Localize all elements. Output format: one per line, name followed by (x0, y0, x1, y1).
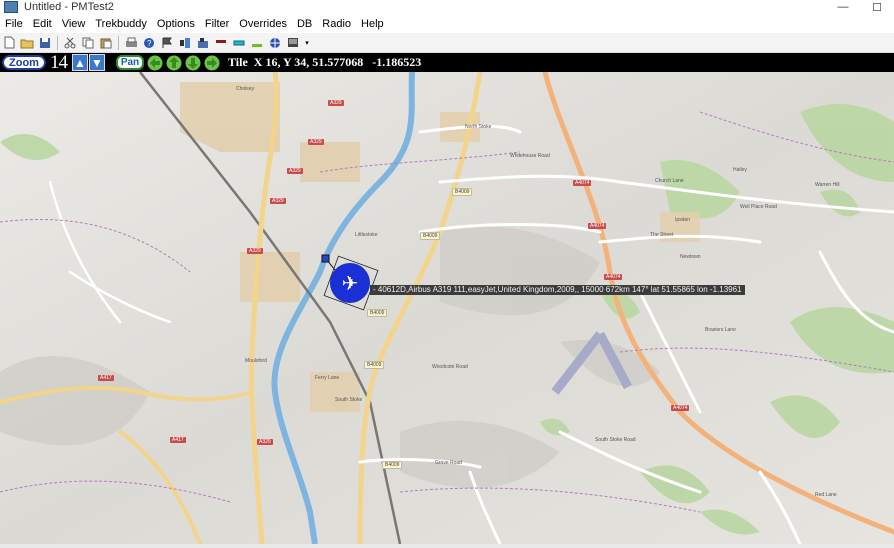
menu-trekbuddy[interactable]: Trekbuddy (90, 18, 152, 30)
save-icon[interactable] (38, 36, 52, 49)
green-bar-icon[interactable] (250, 36, 264, 49)
nav-bar: Zoom 14 ▲ ▼ Pan Tile X 16, Y 34, 51.5770… (0, 51, 894, 73)
place-label-south-stoke: South Stoke (335, 397, 363, 403)
road-badge: B4009 (367, 309, 388, 317)
horizontal-scrollbar[interactable] (0, 544, 894, 548)
road-label-red-lane: Red Lane (815, 492, 837, 498)
road-label-woodcote-road: Woodcote Road (432, 364, 468, 370)
road-label-whitehouse-road: Whitehouse Road (510, 153, 550, 159)
pan-left-icon[interactable] (146, 54, 163, 71)
road-label-well-place-road: Well Place Road (740, 204, 777, 210)
svg-text:?: ? (147, 39, 152, 48)
place-label-moulsford: Moulsford (245, 358, 267, 364)
zoom-out-icon[interactable]: ▼ (89, 54, 105, 71)
zoom-button[interactable]: Zoom (2, 55, 46, 70)
road-label-braziers-lane: Braziers Lane (705, 327, 736, 333)
pan-up-icon[interactable] (165, 54, 182, 71)
menu-radio[interactable]: Radio (317, 18, 356, 30)
road-badge: A417 (170, 437, 186, 443)
title-bar: Untitled - PMTest2 — ☐ (0, 0, 894, 14)
place-label-ipsden: Ipsden (675, 217, 691, 223)
toolbar-separator (57, 35, 58, 50)
window-controls: — ☐ (826, 0, 894, 14)
menu-overrides[interactable]: Overrides (234, 18, 292, 30)
road-label-grove-road: Grove Road (435, 460, 462, 466)
aircraft-tooltip: - 40612D,Airbus A319 111,easyJet,United … (370, 285, 745, 295)
airplane-icon: ✈ (341, 272, 359, 295)
menu-file[interactable]: File (0, 18, 28, 30)
maximize-button[interactable]: ☐ (860, 0, 894, 14)
screen-icon[interactable] (286, 36, 300, 49)
road-badge: A329 (308, 139, 324, 145)
map-canvas[interactable] (0, 72, 894, 544)
pan-button[interactable]: Pan (116, 55, 144, 70)
road-badge: A417 (98, 375, 114, 381)
help-icon[interactable]: ? (142, 36, 156, 49)
print-icon[interactable] (124, 36, 138, 49)
cut-icon[interactable] (63, 36, 77, 49)
pan-down-icon[interactable] (184, 54, 201, 71)
road-label-the-street: The Street (650, 232, 674, 238)
place-label-north-stoke: North Stoke (465, 124, 492, 130)
layer-icon[interactable] (196, 36, 210, 49)
road-badge: A4074 (604, 274, 623, 280)
place-label-newtown: Newtown (680, 254, 701, 260)
road-badge: A4074 (588, 223, 607, 229)
dropdown-arrow-icon[interactable]: ▾ (304, 36, 310, 49)
tile-coordinates: Tile X 16, Y 34, 51.577068 -1.186523 (228, 55, 422, 69)
road-badge: A329 (270, 198, 286, 204)
menu-options[interactable]: Options (152, 18, 200, 30)
road-badge: B4009 (452, 188, 473, 196)
place-label-hailey: Hailey (733, 167, 747, 173)
road-badge: B4009 (382, 461, 403, 469)
track-point (321, 254, 330, 263)
road-label-ferry-lane: Ferry Lane (315, 375, 340, 381)
road-badge: A4074 (671, 405, 690, 411)
red-bar-icon[interactable] (214, 36, 228, 49)
road-badge: A329 (257, 439, 273, 445)
pan-right-icon[interactable] (203, 54, 220, 71)
menu-filter[interactable]: Filter (200, 18, 234, 30)
road-label-south-stoke-road: South Stoke Road (595, 437, 636, 443)
new-file-icon[interactable] (2, 36, 16, 49)
road-badge: A329 (247, 248, 263, 254)
globe-icon[interactable] (268, 36, 282, 49)
marker-icon[interactable] (178, 36, 192, 49)
toolbar: ? ▾ (0, 33, 894, 53)
map-view[interactable]: Cholsey North Stoke Littlestoke Ipsden N… (0, 72, 894, 544)
place-label-warren-hill: Warren Hill (815, 182, 840, 188)
cyan-bar-icon[interactable] (232, 36, 246, 49)
menu-bar: File Edit View Trekbuddy Options Filter … (0, 15, 894, 32)
menu-view[interactable]: View (57, 18, 91, 30)
place-label-cholsey: Cholsey (236, 86, 255, 92)
app-icon (4, 1, 18, 13)
road-badge: B4009 (364, 361, 385, 369)
road-badge: A329 (287, 168, 303, 174)
road-badge: B4009 (420, 232, 441, 240)
menu-edit[interactable]: Edit (28, 18, 57, 30)
minimize-button[interactable]: — (826, 0, 860, 14)
aircraft-marker[interactable]: ✈ (330, 263, 370, 303)
toolbar-separator (118, 35, 119, 50)
menu-db[interactable]: DB (292, 18, 317, 30)
zoom-level: 14 (50, 51, 68, 73)
zoom-in-icon[interactable]: ▲ (72, 54, 88, 71)
window-title: Untitled - PMTest2 (24, 1, 114, 13)
menu-help[interactable]: Help (356, 18, 389, 30)
open-folder-icon[interactable] (20, 36, 34, 49)
road-label-church-lane: Church Lane (655, 178, 684, 184)
paste-icon[interactable] (99, 36, 113, 49)
copy-icon[interactable] (81, 36, 95, 49)
flag-icon[interactable] (160, 36, 174, 49)
road-badge: A329 (328, 100, 344, 106)
road-badge: A4074 (573, 180, 592, 186)
place-label-littlestoke: Littlestoke (355, 232, 378, 238)
